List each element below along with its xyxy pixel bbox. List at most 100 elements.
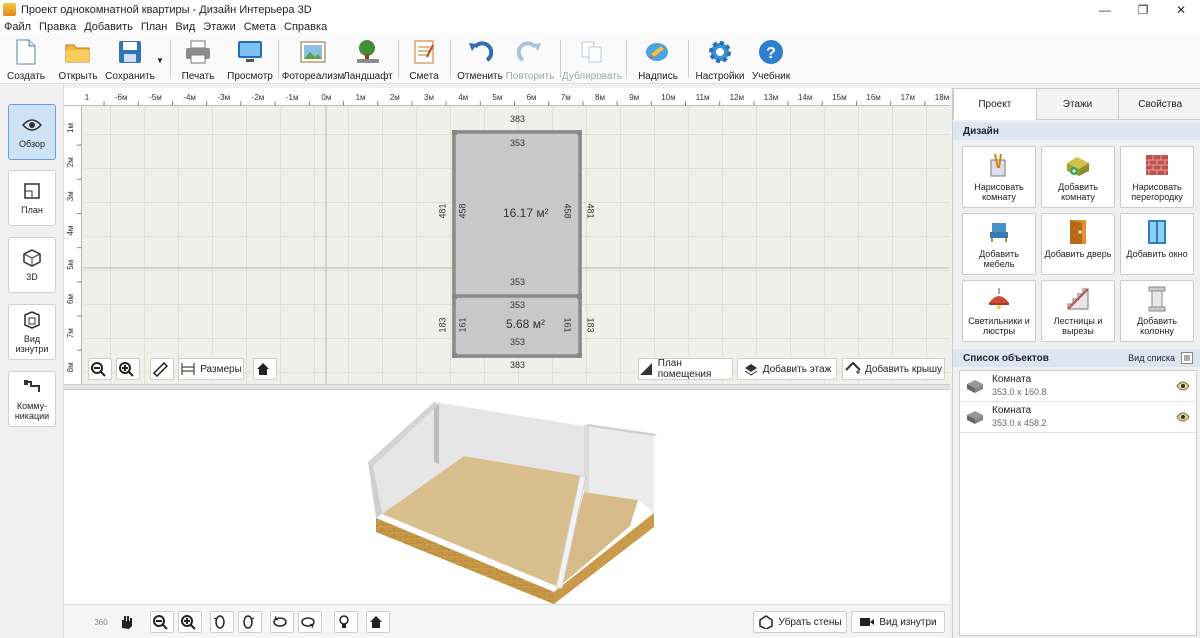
ruler-tick-label: 8м <box>595 93 605 102</box>
add-window-button[interactable]: Добавить окно <box>1120 213 1194 275</box>
rotate-right-icon <box>240 614 256 630</box>
zoom-in-button[interactable] <box>116 358 140 380</box>
pan-hand-button[interactable] <box>116 611 140 633</box>
rotate-360-button[interactable]: 360 <box>90 611 114 633</box>
tab-floors[interactable]: Этажи <box>1035 88 1120 120</box>
print-button[interactable]: Печать <box>180 36 216 82</box>
landscape-button[interactable]: Ландшафт <box>343 36 393 82</box>
add-column-button[interactable]: Добавить колонну <box>1120 280 1194 342</box>
draw-partition-button[interactable]: Нарисовать перегородку <box>1120 146 1194 208</box>
ruler-tick-label: 7м <box>66 328 75 338</box>
3d-mode-button[interactable]: 3D <box>8 237 56 293</box>
tab-project[interactable]: Проект <box>953 88 1037 120</box>
maximize-button[interactable]: ❐ <box>1124 0 1162 19</box>
plan-icon <box>21 181 43 201</box>
save-button[interactable]: Сохранить <box>105 36 155 82</box>
column-icon <box>1143 286 1171 312</box>
menu-estimate[interactable]: Смета <box>244 21 276 33</box>
zoom-out-button[interactable] <box>88 358 112 380</box>
visibility-eye-icon[interactable] <box>1176 412 1190 422</box>
view-mode-panel: Обзор План 3D Вид изнутри Комму-никации <box>0 84 64 638</box>
plan-view[interactable]: 1 -6м -5м -4м -3м -2м -1м 0м 1м 2м 3м 4м 5м 6м 7м 8м 9м 1… <box>64 88 960 385</box>
add-door-button[interactable]: Добавить дверь <box>1041 213 1115 275</box>
inside-view-mode-button[interactable]: Вид изнутри <box>8 304 56 360</box>
ruler-tick-label: 4м <box>66 226 75 236</box>
add-floor-button[interactable]: Добавить этаж <box>737 358 837 380</box>
ruler-tick-label: 10м <box>661 93 675 102</box>
tab-properties[interactable]: Свойства <box>1118 88 1200 120</box>
ruler-tick-label: 5м <box>492 93 502 102</box>
menu-plan[interactable]: План <box>141 21 168 33</box>
home-icon <box>255 361 271 377</box>
ruler-button[interactable] <box>150 358 174 380</box>
plan-mode-button[interactable]: План <box>8 170 56 226</box>
minimize-button[interactable]: — <box>1086 0 1124 19</box>
dim-room2-top: 353 <box>510 300 526 310</box>
menu-add[interactable]: Добавить <box>84 21 133 33</box>
eye-icon <box>21 115 43 135</box>
photoreal-button[interactable]: Фотореализм <box>282 36 344 82</box>
walls-icon <box>758 614 774 630</box>
draw-room-icon <box>985 152 1013 178</box>
3d-view[interactable] <box>64 390 950 604</box>
dimensions-button[interactable]: Размеры <box>178 358 244 380</box>
room-plan-button[interactable]: План помещения <box>638 358 733 380</box>
utilities-mode-button[interactable]: Комму-никации <box>8 371 56 427</box>
lights-button[interactable]: Светильники и люстры <box>962 280 1036 342</box>
plan-grid[interactable]: 383 353 16.17 м² 353 481 458 458 481 353… <box>82 106 950 384</box>
help-icon: ? <box>757 38 785 66</box>
ruler-tick-label: 18м <box>935 93 949 102</box>
picture-icon <box>299 38 327 66</box>
notepad-icon <box>410 38 438 66</box>
dim-top-outer: 383 <box>510 114 526 124</box>
rotate-left-button[interactable] <box>210 611 234 633</box>
draw-room-button[interactable]: Нарисовать комнату <box>962 146 1036 208</box>
add-furniture-button[interactable]: Добавить мебель <box>962 213 1036 275</box>
list-item[interactable]: Комната 353.0 x 458.2 <box>960 402 1196 433</box>
settings-button[interactable]: Настройки <box>695 36 745 82</box>
ruler-tick-label: 7м <box>561 93 571 102</box>
open-button[interactable]: Открыть <box>56 36 100 82</box>
right-panel: Проект Этажи Свойства Дизайн Нарисовать … <box>952 88 1200 638</box>
menu-file[interactable]: Файл <box>4 21 31 33</box>
remove-walls-button[interactable]: Убрать стены <box>753 611 847 633</box>
home-button[interactable] <box>253 358 277 380</box>
redo-button[interactable]: Повторить <box>506 36 554 82</box>
tilt-down-button[interactable] <box>298 611 322 633</box>
label-button[interactable]: Надпись <box>638 36 678 82</box>
3d-zoom-in-button[interactable] <box>178 611 202 633</box>
save-dropdown-icon[interactable]: ▼ <box>156 56 164 65</box>
svg-text:?: ? <box>766 45 776 62</box>
3d-zoom-out-button[interactable] <box>150 611 174 633</box>
estimate-button[interactable]: Смета <box>406 36 442 82</box>
add-room-button[interactable]: Добавить комнату <box>1041 146 1115 208</box>
dim-room2-left-outer: 183 <box>437 317 448 333</box>
menu-help[interactable]: Справка <box>284 21 327 33</box>
menu-view[interactable]: Вид <box>175 21 195 33</box>
duplicate-button[interactable]: Дублировать <box>562 36 622 82</box>
tutorial-button[interactable]: ? Учебник <box>752 36 790 82</box>
inside-view-button[interactable]: Вид изнутри <box>851 611 945 633</box>
undo-button[interactable]: Отменить <box>457 36 503 82</box>
menu-edit[interactable]: Правка <box>39 21 76 33</box>
ruler-tick-label: 16м <box>866 93 880 102</box>
3d-home-button[interactable] <box>366 611 390 633</box>
visibility-eye-icon[interactable] <box>1176 381 1190 391</box>
tilt-down-icon <box>300 614 316 630</box>
list-item[interactable]: Комната 353.0 x 160.8 <box>960 371 1196 402</box>
add-roof-button[interactable]: Добавить крышу <box>842 358 945 380</box>
tilt-up-button[interactable] <box>270 611 294 633</box>
create-button[interactable]: Создать <box>6 36 46 82</box>
list-view-toggle[interactable]: Вид списка <box>1128 352 1193 364</box>
rotate-right-button[interactable] <box>238 611 262 633</box>
new-file-icon <box>12 38 40 66</box>
lighting-button[interactable] <box>334 611 358 633</box>
stairs-button[interactable]: Лестницы и вырезы <box>1041 280 1115 342</box>
overview-mode-button[interactable]: Обзор <box>8 104 56 160</box>
close-button[interactable]: ✕ <box>1162 0 1200 19</box>
menu-floors[interactable]: Этажи <box>203 21 235 33</box>
ruler-tick-label: 1 <box>85 93 90 102</box>
dim-room2-right-inner: 161 <box>562 317 573 333</box>
preview-button[interactable]: Просмотр <box>227 36 273 82</box>
gear-icon <box>706 38 734 66</box>
